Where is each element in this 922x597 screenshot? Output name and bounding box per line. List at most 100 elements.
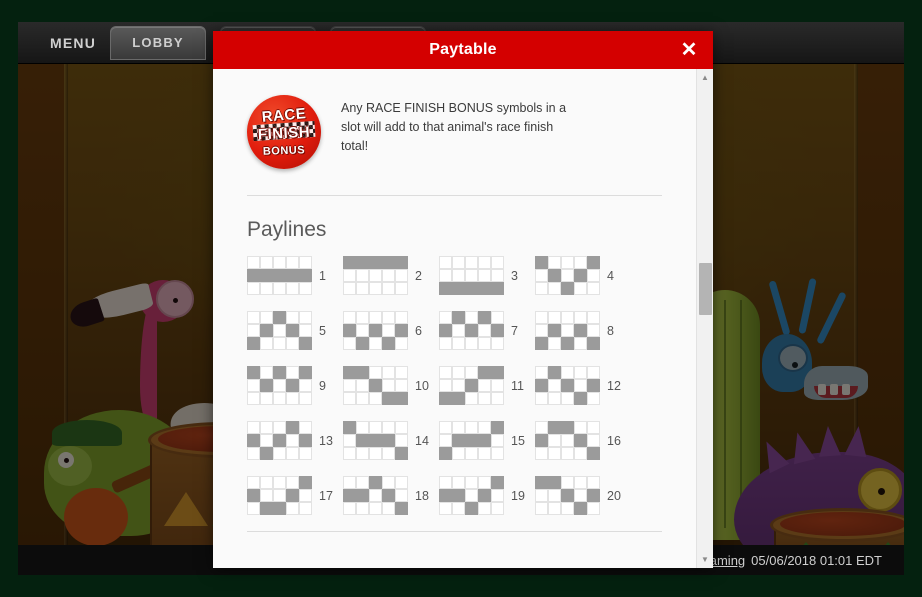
payline-square (478, 379, 491, 392)
payline-square (382, 337, 395, 350)
payline-square (247, 502, 260, 515)
payline-square (478, 366, 491, 379)
payline-square (452, 337, 465, 350)
payline-square (273, 489, 286, 502)
payline-square (260, 366, 273, 379)
payline-square (286, 366, 299, 379)
payline-item: 8 (535, 311, 631, 350)
payline-square (535, 311, 548, 324)
payline-square (491, 434, 504, 447)
payline-item: 19 (439, 476, 535, 515)
payline-square (395, 502, 408, 515)
triangle-down-icon[interactable]: ▼ (696, 551, 713, 568)
dialog-scrollbar[interactable]: ▲ ▼ (696, 69, 713, 568)
payline-item: 4 (535, 256, 631, 295)
payline-square (247, 282, 260, 295)
payline-square (465, 489, 478, 502)
payline-square (535, 421, 548, 434)
payline-square (574, 447, 587, 460)
payline-square (356, 447, 369, 460)
payline-square (395, 447, 408, 460)
payline-square (587, 379, 600, 392)
payline-square (452, 392, 465, 405)
badge-line-2: FINISH (257, 123, 311, 144)
payline-square (382, 447, 395, 460)
payline-square (273, 379, 286, 392)
lobby-button[interactable]: LOBBY (110, 25, 207, 60)
payline-square (535, 447, 548, 460)
payline-square (574, 337, 587, 350)
payline-square (382, 421, 395, 434)
payline-square (343, 282, 356, 295)
payline-square (356, 256, 369, 269)
payline-square (395, 434, 408, 447)
payline-square (535, 256, 548, 269)
payline-item: 10 (343, 366, 439, 405)
payline-square (369, 366, 382, 379)
payline-square (548, 489, 561, 502)
payline-square (548, 434, 561, 447)
payline-square (587, 489, 600, 502)
payline-square (247, 324, 260, 337)
payline-square (260, 489, 273, 502)
payline-square (273, 476, 286, 489)
payline-square (561, 256, 574, 269)
scrollbar-track[interactable] (697, 86, 714, 551)
payline-square (439, 311, 452, 324)
payline-square (382, 282, 395, 295)
payline-square (548, 366, 561, 379)
menu-label[interactable]: MENU (50, 35, 96, 51)
payline-square (574, 434, 587, 447)
payline-square (465, 421, 478, 434)
payline-square (574, 324, 587, 337)
payline-square (369, 447, 382, 460)
dialog-header: Paytable ✕ (213, 31, 713, 69)
close-icon[interactable]: ✕ (677, 38, 701, 62)
payline-square (260, 392, 273, 405)
scrollbar-thumb[interactable] (698, 262, 712, 315)
payline-square (452, 379, 465, 392)
payline-square (535, 502, 548, 515)
payline-square (491, 324, 504, 337)
payline-item: 6 (343, 311, 439, 350)
provider-link[interactable]: aming (710, 553, 745, 568)
payline-square (478, 447, 491, 460)
payline-number: 20 (607, 488, 621, 503)
payline-square (561, 489, 574, 502)
payline-square (395, 366, 408, 379)
payline-number: 4 (607, 268, 614, 283)
payline-square (369, 489, 382, 502)
triangle-up-icon[interactable]: ▲ (696, 69, 713, 86)
payline-square (356, 434, 369, 447)
payline-square (247, 256, 260, 269)
payline-square (465, 311, 478, 324)
payline-square (260, 311, 273, 324)
payline-square (491, 502, 504, 515)
payline-square (535, 366, 548, 379)
payline-square (395, 392, 408, 405)
payline-square (548, 324, 561, 337)
payline-square (574, 489, 587, 502)
payline-item: 12 (535, 366, 631, 405)
payline-square (535, 282, 548, 295)
payline-square (587, 256, 600, 269)
payline-square (299, 311, 312, 324)
payline-square (574, 256, 587, 269)
payline-square (369, 269, 382, 282)
payline-square (465, 434, 478, 447)
payline-square (465, 256, 478, 269)
payline-square (273, 256, 286, 269)
payline-square (561, 379, 574, 392)
payline-square (478, 282, 491, 295)
payline-square (587, 447, 600, 460)
payline-square (587, 269, 600, 282)
payline-square (452, 366, 465, 379)
payline-square (343, 379, 356, 392)
payline-square (286, 337, 299, 350)
payline-square (491, 337, 504, 350)
payline-square (561, 366, 574, 379)
payline-square (273, 311, 286, 324)
payline-square (273, 434, 286, 447)
payline-square (356, 502, 369, 515)
payline-square (286, 476, 299, 489)
